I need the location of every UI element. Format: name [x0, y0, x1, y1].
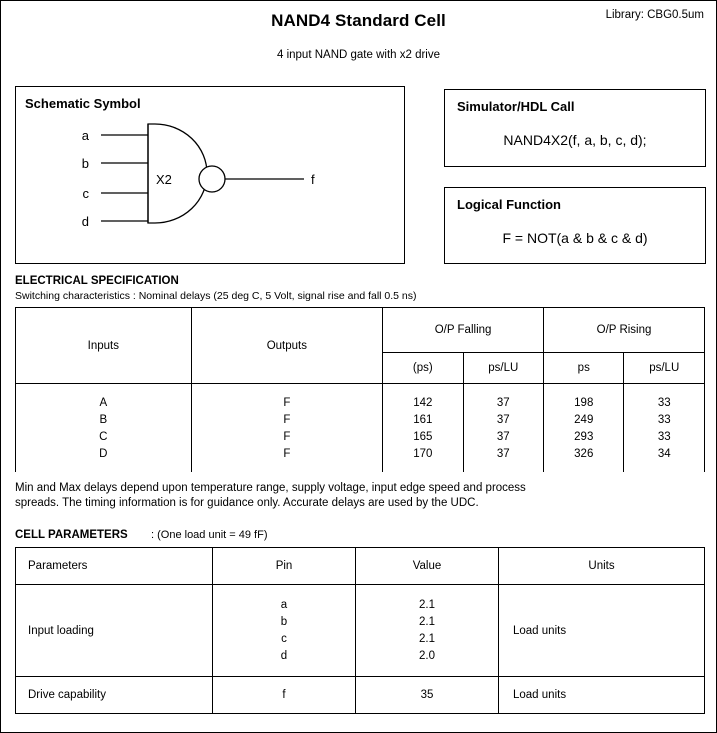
header-falling-pslu: ps/LU	[462, 352, 545, 384]
cell-parameters-heading: CELL PARAMETERS	[15, 529, 128, 541]
header-units: Units	[498, 547, 705, 585]
logical-function-title: Logical Function	[457, 197, 561, 212]
table-row: Drive capability f 35 Load units	[15, 676, 705, 714]
schematic-input-label-c: c	[83, 186, 90, 201]
cell-rising-pslu: 33	[623, 411, 705, 428]
electrical-note-line-1: Min and Max delays depend upon temperatu…	[15, 482, 526, 494]
header-parameters: Parameters	[15, 547, 213, 585]
value-entry: 2.1	[419, 615, 435, 628]
table-spacer-row-bottom	[15, 462, 705, 472]
cell-input: A	[15, 394, 192, 411]
header-inputs: Inputs	[15, 307, 192, 384]
pin-entry: a	[280, 598, 288, 611]
value-entry: 2.0	[419, 649, 435, 662]
cell-output: F	[190, 445, 384, 462]
cell-parameter-name: Drive capability	[15, 676, 213, 714]
hdl-call-text: NAND4X2(f, a, b, c, d);	[503, 132, 647, 148]
cell-units: Load units	[498, 676, 705, 714]
cell-parameters-heading-note: : (One load unit = 49 fF)	[151, 529, 268, 541]
schematic-output-label-f: f	[311, 172, 315, 187]
logical-function-expression: F = NOT(a & b & c & d)	[502, 230, 648, 246]
cell-falling-ps: 170	[382, 445, 464, 462]
header-op-rising: O/P Rising	[543, 307, 705, 353]
cell-input: D	[15, 445, 192, 462]
table-header-row: Inputs Outputs O/P Falling O/P Rising	[15, 307, 705, 384]
pin-entry: f	[282, 688, 286, 701]
electrical-specification-heading: ELECTRICAL SPECIFICATION	[15, 275, 179, 287]
table-row: A F 142 37 198 33	[15, 394, 705, 411]
schematic-input-label-b: b	[82, 156, 89, 171]
cell-rising-pslu: 34	[623, 445, 705, 462]
cell-rising-pslu: 33	[623, 428, 705, 445]
header-rising-pslu: ps/LU	[623, 352, 705, 384]
value-entry: 35	[420, 688, 434, 701]
cell-output: F	[190, 411, 384, 428]
cell-value-list: 2.1 2.1 2.1 2.0	[355, 584, 499, 677]
electrical-note: Min and Max delays depend upon temperatu…	[15, 481, 615, 511]
cell-falling-ps: 161	[382, 411, 464, 428]
header-value: Value	[355, 547, 499, 585]
header-falling-ps: (ps)	[382, 352, 464, 384]
cell-rising-ps: 326	[543, 445, 625, 462]
table-row: C F 165 37 293 33	[15, 428, 705, 445]
cell-rising-ps: 249	[543, 411, 625, 428]
hdl-panel-title: Simulator/HDL Call	[457, 99, 575, 114]
cell-falling-pslu: 37	[462, 445, 545, 462]
cell-rising-ps: 293	[543, 428, 625, 445]
pin-entry: d	[280, 649, 288, 662]
logical-function-panel: Logical Function F = NOT(a & b & c & d)	[444, 187, 706, 264]
cell-falling-pslu: 37	[462, 394, 545, 411]
library-label: Library: CBG0.5um	[605, 9, 704, 21]
electrical-specification-table: Inputs Outputs O/P Falling O/P Rising (p…	[15, 307, 705, 472]
value-entry: 2.1	[419, 632, 435, 645]
cell-parameter-name: Input loading	[15, 584, 213, 677]
cell-falling-pslu: 37	[462, 411, 545, 428]
header-rising-ps: ps	[543, 352, 625, 384]
cell-rising-pslu: 33	[623, 394, 705, 411]
cell-input: C	[15, 428, 192, 445]
electrical-specification-subheading: Switching characteristics : Nominal dela…	[15, 290, 417, 302]
cell-units: Load units	[498, 584, 705, 677]
cell-pin-list: a b c d	[212, 584, 356, 677]
table-row: B F 161 37 249 33	[15, 411, 705, 428]
table-row: Input loading a b c d 2.1 2.1 2.1 2.0 Lo…	[15, 584, 705, 677]
header-pin: Pin	[212, 547, 356, 585]
cell-falling-ps: 142	[382, 394, 464, 411]
header-op-falling: O/P Falling	[382, 307, 545, 353]
electrical-note-line-2: spreads. The timing information is for g…	[15, 497, 479, 509]
table-row: D F 170 37 326 34	[15, 445, 705, 462]
cell-output: F	[190, 394, 384, 411]
cell-value-list: 35	[355, 676, 499, 714]
schematic-input-label-a: a	[82, 128, 90, 143]
cell-pin-list: f	[212, 676, 356, 714]
header-outputs: Outputs	[190, 307, 384, 384]
cell-input: B	[15, 411, 192, 428]
schematic-drive-label: X2	[156, 172, 172, 187]
pin-entry: b	[280, 615, 288, 628]
cell-rising-ps: 198	[543, 394, 625, 411]
schematic-input-label-d: d	[82, 214, 89, 229]
hdl-call-panel: Simulator/HDL Call NAND4X2(f, a, b, c, d…	[444, 89, 706, 167]
datasheet-page: NAND4 Standard Cell Library: CBG0.5um 4 …	[0, 0, 717, 733]
value-entry: 2.1	[419, 598, 435, 611]
table-header-row: Parameters Pin Value Units	[15, 547, 705, 585]
page-subtitle: 4 input NAND gate with x2 drive	[277, 49, 440, 61]
nand-gate-schematic-icon: a b c d X2 f	[82, 123, 315, 229]
cell-falling-pslu: 37	[462, 428, 545, 445]
cell-falling-ps: 165	[382, 428, 464, 445]
table-spacer-row-top	[15, 383, 705, 394]
cell-parameters-table: Parameters Pin Value Units Input loading…	[15, 547, 705, 714]
pin-entry: c	[281, 632, 287, 645]
cell-output: F	[190, 428, 384, 445]
